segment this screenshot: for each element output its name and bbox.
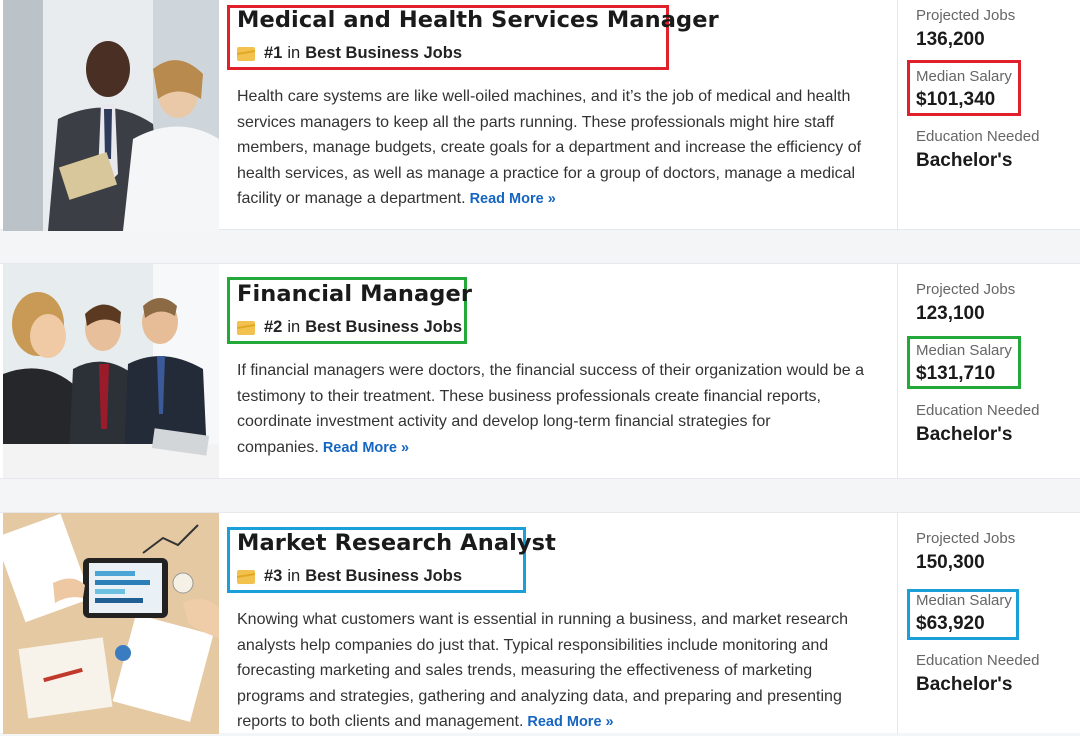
ribbon-icon [237, 46, 255, 61]
education-value: Bachelor's [916, 150, 1013, 171]
ranking: #3 in Best Business Jobs [237, 567, 462, 586]
ranking: #1 in Best Business Jobs [237, 44, 462, 63]
description-text: Knowing what customers want is essential… [237, 611, 848, 731]
job-photo[interactable] [3, 513, 219, 734]
education-value: Bachelor's [916, 424, 1013, 445]
rank-in-text: in [287, 567, 301, 585]
ranking: #2 in Best Business Jobs [237, 318, 462, 337]
job-description: If financial managers were doctors, the … [237, 358, 882, 461]
job-title[interactable]: Financial Manager [237, 281, 472, 307]
projected-jobs-label: Projected Jobs [916, 530, 1016, 547]
projected-jobs-value: 123,100 [916, 303, 985, 324]
projected-jobs-label: Projected Jobs [916, 281, 1016, 298]
doctors-meeting-photo [3, 0, 219, 231]
job-title-link[interactable]: Medical and Health Services Manager [237, 7, 719, 33]
median-salary-value: $131,710 [916, 363, 996, 384]
median-salary-label: Median Salary [916, 342, 1012, 359]
job-description: Health care systems are like well-oiled … [237, 84, 882, 213]
rank-number: #2 [264, 318, 283, 336]
education-label: Education Needed [916, 402, 1040, 419]
job-title-link[interactable]: Market Research Analyst [237, 530, 556, 556]
description-text: Health care systems are like well-oiled … [237, 88, 862, 208]
job-stats: Projected Jobs 136,200 Median Salary $10… [897, 0, 1080, 231]
job-description: Knowing what customers want is essential… [237, 607, 882, 736]
job-stats: Projected Jobs 150,300 Median Salary $63… [897, 513, 1080, 734]
job-card: Market Research Analyst #3 in Best Busin… [0, 512, 1080, 736]
median-salary-label: Median Salary [916, 592, 1012, 609]
education-value: Bachelor's [916, 674, 1013, 695]
job-title[interactable]: Medical and Health Services Manager [237, 7, 719, 33]
projected-jobs-value: 150,300 [916, 552, 985, 573]
rank-in-text: in [287, 318, 301, 336]
job-card: Medical and Health Services Manager #1 i… [0, 0, 1080, 231]
job-stats: Projected Jobs 123,100 Median Salary $13… [897, 264, 1080, 478]
projected-jobs-value: 136,200 [916, 29, 985, 50]
read-more-link[interactable]: Read More » [527, 714, 613, 730]
ranking-list-link[interactable]: Best Business Jobs [305, 567, 462, 586]
median-salary-value: $63,920 [916, 613, 985, 634]
median-salary-label: Median Salary [916, 68, 1012, 85]
education-label: Education Needed [916, 652, 1040, 669]
job-title-link[interactable]: Financial Manager [237, 281, 472, 307]
job-photo[interactable] [3, 0, 219, 231]
read-more-link[interactable]: Read More » [323, 440, 409, 456]
job-photo[interactable] [3, 264, 219, 478]
education-label: Education Needed [916, 128, 1040, 145]
projected-jobs-label: Projected Jobs [916, 7, 1016, 24]
job-card: Financial Manager #2 in Best Business Jo… [0, 263, 1080, 479]
rank-number: #3 [264, 567, 283, 585]
tablet-charts-photo [3, 513, 219, 734]
ribbon-icon [237, 320, 255, 335]
rank-number: #1 [264, 44, 283, 62]
median-salary-value: $101,340 [916, 89, 996, 110]
job-title[interactable]: Market Research Analyst [237, 530, 556, 556]
read-more-link[interactable]: Read More » [470, 191, 556, 207]
rank-in-text: in [287, 44, 301, 62]
business-meeting-photo [3, 264, 219, 478]
ranking-list-link[interactable]: Best Business Jobs [305, 44, 462, 63]
ribbon-icon [237, 569, 255, 584]
ranking-list-link[interactable]: Best Business Jobs [305, 318, 462, 337]
